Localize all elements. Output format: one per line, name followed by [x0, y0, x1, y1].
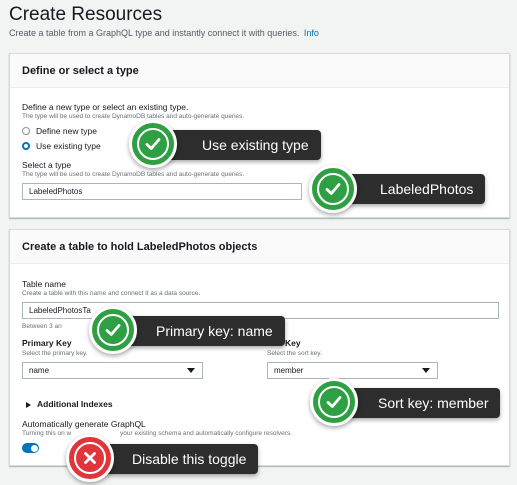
table-panel: Create a table to hold LabeledPhotos obj…	[9, 229, 510, 466]
radio-checked-icon[interactable]	[22, 142, 30, 150]
expand-triangle-icon	[26, 401, 31, 408]
select-type-label: Select a type	[22, 160, 72, 170]
select-type-dropdown[interactable]: LabeledPhotos	[22, 183, 302, 200]
radio-unchecked-icon[interactable]	[22, 127, 30, 135]
checkmark-icon	[325, 183, 341, 195]
caret-down-icon	[422, 368, 430, 373]
checkmark-icon	[105, 324, 121, 336]
additional-indexes-label: Additional Indexes	[37, 399, 113, 409]
radio-use-existing-type[interactable]: Use existing type	[22, 141, 101, 151]
page-subtitle-text: Create a table from a GraphQL type and i…	[9, 28, 300, 38]
page-title: Create Resources	[9, 4, 163, 25]
table-name-label: Table name	[22, 279, 66, 289]
auto-graphql-desc-a: Turning this on w	[22, 430, 72, 437]
cross-icon	[84, 452, 96, 464]
auto-graphql-desc-b: your existing schema and automatically c…	[120, 430, 292, 437]
checkmark-badge	[89, 306, 137, 354]
checkmark-icon	[326, 396, 342, 408]
page-subtitle: Create a table from a GraphQL type and i…	[9, 28, 319, 38]
type-panel-title: Define or select a type	[10, 54, 509, 88]
radio-use-existing-type-label: Use existing type	[36, 141, 101, 151]
callout-sort-key: Sort key: member	[336, 388, 501, 418]
checkmark-badge	[309, 165, 357, 213]
select-type-value: LabeledPhotos	[29, 187, 83, 196]
table-panel-title: Create a table to hold LabeledPhotos obj…	[10, 230, 509, 264]
radio-define-new-type-label: Define new type	[36, 126, 97, 136]
type-question-desc: The type will be used to create DynamoDB…	[22, 113, 245, 120]
type-question-label: Define a new type or select an existing …	[22, 102, 189, 112]
callout-text: LabeledPhotos	[380, 181, 474, 197]
auto-graphql-toggle[interactable]	[22, 443, 39, 453]
sort-key-label: Key	[285, 338, 301, 348]
auto-graphql-label: Automatically generate GraphQL	[22, 419, 146, 429]
caret-down-icon	[187, 368, 195, 373]
select-type-desc: The type will be used to create DynamoDB…	[22, 171, 245, 178]
toggle-knob	[30, 444, 38, 452]
callout-use-existing-type: Use existing type	[160, 130, 321, 160]
sort-key-desc: Select the sort key.	[267, 350, 322, 357]
additional-indexes-expander[interactable]: Additional Indexes	[26, 399, 113, 409]
cross-badge	[66, 434, 114, 482]
primary-key-dropdown[interactable]: name	[22, 362, 203, 379]
sort-key-dropdown[interactable]: member	[267, 362, 438, 379]
callout-primary-key: Primary key: name	[114, 316, 285, 346]
table-name-hint: Between 3 an	[22, 323, 62, 330]
checkmark-badge	[129, 120, 177, 168]
checkmark-icon	[145, 138, 161, 150]
info-link[interactable]: Info	[304, 28, 319, 38]
checkmark-badge	[310, 378, 358, 426]
callout-text: Disable this toggle	[132, 451, 247, 467]
sort-key-value: member	[274, 366, 304, 375]
table-name-value: LabeledPhotosTa	[29, 306, 91, 315]
callout-text: Primary key: name	[156, 323, 273, 339]
primary-key-desc: Select the primary key.	[22, 350, 88, 357]
callout-text: Use existing type	[202, 137, 309, 153]
callout-disable-toggle: Disable this toggle	[90, 444, 259, 474]
primary-key-label: Primary Key	[22, 338, 72, 348]
primary-key-value: name	[29, 366, 50, 375]
radio-define-new-type[interactable]: Define new type	[22, 126, 97, 136]
callout-text: Sort key: member	[378, 395, 489, 411]
table-name-desc: Create a table with this name and connec…	[22, 290, 201, 297]
callout-labeled-photos: LabeledPhotos	[338, 174, 486, 204]
